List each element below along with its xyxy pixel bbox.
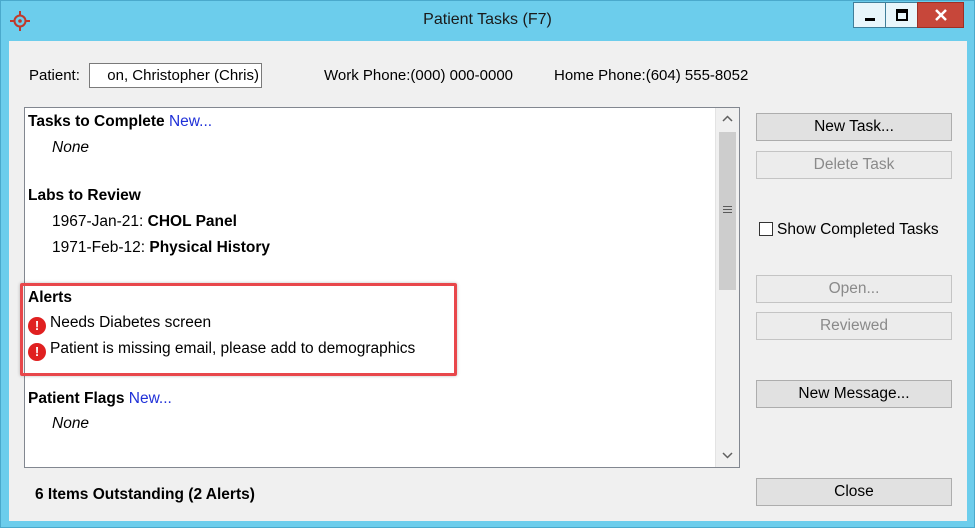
- lab-name: CHOL Panel: [147, 213, 237, 230]
- lab-date: 1967-Jan-21:: [52, 213, 144, 230]
- new-task-button[interactable]: New Task...: [756, 113, 952, 141]
- new-flag-link[interactable]: New...: [129, 390, 172, 407]
- minimize-button[interactable]: [853, 2, 886, 28]
- minimize-icon: [864, 18, 875, 21]
- tasks-heading-label: Tasks to Complete: [28, 113, 165, 130]
- patient-label: Patient:: [29, 67, 80, 84]
- title-bar[interactable]: Patient Tasks (F7): [1, 1, 974, 41]
- show-completed-checkbox[interactable]: Show Completed Tasks: [759, 221, 939, 239]
- scroll-up-button[interactable]: [716, 108, 739, 130]
- chevron-up-icon: [722, 115, 733, 122]
- grip-icon: [723, 206, 732, 215]
- scroll-down-button[interactable]: [716, 445, 739, 467]
- flags-empty-text: None: [52, 415, 90, 432]
- tasks-empty-text: None: [52, 139, 90, 156]
- maximize-icon: [895, 9, 908, 21]
- patient-field[interactable]: on, Christopher (Chris): [89, 63, 262, 88]
- close-window-button[interactable]: [917, 2, 964, 28]
- lab-name: Physical History: [149, 239, 270, 256]
- alerts-highlight-box: [20, 283, 457, 376]
- outstanding-status: 6 Items Outstanding (2 Alerts): [35, 486, 255, 503]
- work-phone: Work Phone:(000) 000-0000: [324, 67, 514, 84]
- reviewed-button[interactable]: Reviewed: [756, 312, 952, 340]
- patient-tasks-window: Patient Tasks (F7) Patient: on, Christop…: [0, 0, 975, 528]
- new-message-button[interactable]: New Message...: [756, 380, 952, 408]
- home-phone: Home Phone:(604) 555-8052: [554, 67, 749, 84]
- delete-task-button[interactable]: Delete Task: [756, 151, 952, 179]
- checkbox-box[interactable]: [759, 222, 773, 236]
- patient-flags-heading: Patient Flags New...: [28, 390, 172, 408]
- close-icon: [934, 9, 947, 21]
- patient-field-value: on, Christopher (Chris): [107, 67, 259, 84]
- new-task-link[interactable]: New...: [169, 113, 212, 130]
- flags-heading-label: Patient Flags: [28, 390, 125, 407]
- open-button[interactable]: Open...: [756, 275, 952, 303]
- chevron-down-icon: [722, 452, 733, 459]
- lab-date: 1971-Feb-12:: [52, 239, 146, 256]
- lab-item[interactable]: 1967-Jan-21: CHOL Panel: [52, 213, 237, 231]
- scroll-thumb[interactable]: [719, 132, 736, 290]
- maximize-button[interactable]: [885, 2, 918, 28]
- window-title: Patient Tasks (F7): [423, 11, 552, 28]
- close-button[interactable]: Close: [756, 478, 952, 506]
- show-completed-label: Show Completed Tasks: [777, 221, 939, 238]
- lab-item[interactable]: 1971-Feb-12: Physical History: [52, 239, 270, 257]
- labs-heading: Labs to Review: [28, 187, 141, 204]
- tasks-to-complete-heading: Tasks to Complete New...: [28, 113, 212, 131]
- vertical-scrollbar[interactable]: [715, 108, 739, 467]
- dialog-client-area: Patient: on, Christopher (Chris) Work Ph…: [9, 41, 967, 521]
